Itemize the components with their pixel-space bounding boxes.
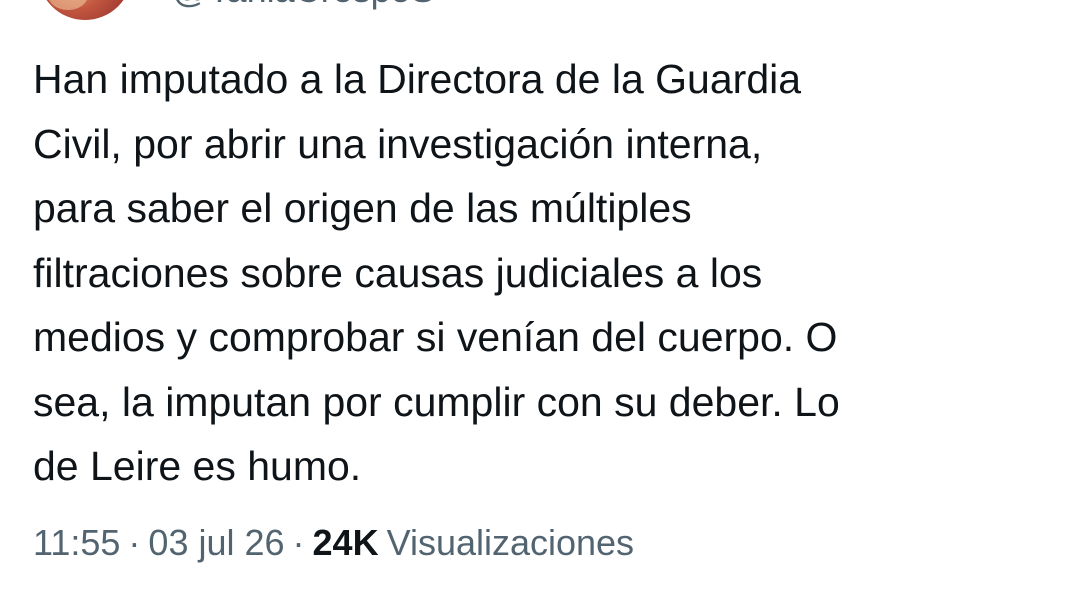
tweet-time[interactable]: 11:55 xyxy=(33,522,120,563)
avatar-image xyxy=(48,0,88,10)
views-count: 24K xyxy=(312,522,379,563)
tweet-meta: 11:55 · 03 jul 26 · 24K Visualizaciones xyxy=(33,517,634,569)
avatar[interactable] xyxy=(38,0,132,20)
author-row: @TaniaCrespoS xyxy=(0,0,1069,20)
tweet-text: Han imputado a la Directora de la Guardi… xyxy=(33,56,840,489)
meta-separator: · xyxy=(128,522,141,563)
tweet-card: @TaniaCrespoS Han imputado a la Director… xyxy=(0,0,1069,591)
author-handle[interactable]: @TaniaCrespoS xyxy=(172,0,435,12)
tweet-date[interactable]: 03 jul 26 xyxy=(148,522,284,563)
views-label: Visualizaciones xyxy=(386,522,635,563)
meta-separator: · xyxy=(292,522,305,563)
